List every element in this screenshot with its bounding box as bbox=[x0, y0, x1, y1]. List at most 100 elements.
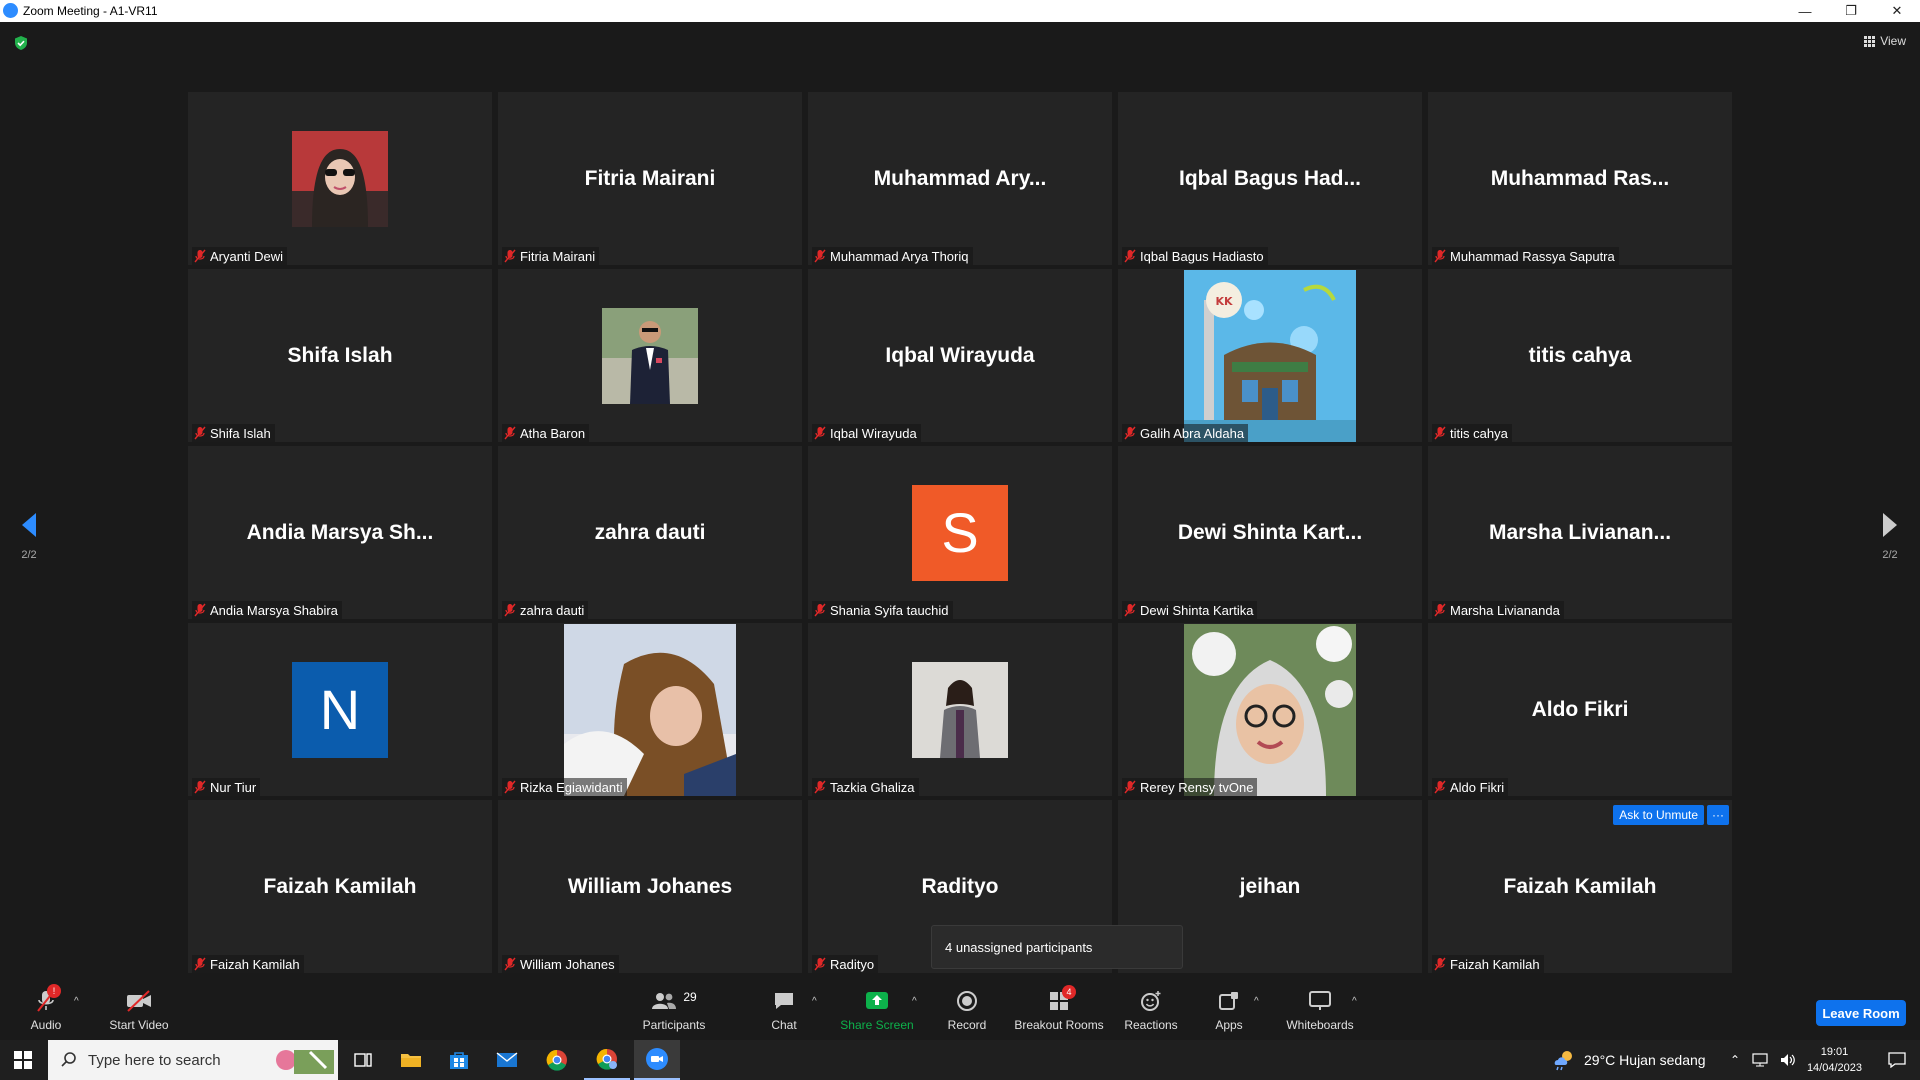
chat-label: Chat bbox=[771, 1017, 797, 1032]
volume-icon[interactable] bbox=[1780, 1053, 1796, 1067]
taskbar-search-box[interactable]: Type here to search bbox=[48, 1040, 338, 1080]
participant-tile[interactable]: Dewi Shinta Kart... Dewi Shinta Kartika bbox=[1118, 446, 1422, 619]
search-highlight-image bbox=[276, 1050, 334, 1074]
audio-alert-badge: ! bbox=[47, 983, 61, 998]
whiteboards-options-caret[interactable]: ^ bbox=[1352, 996, 1357, 1007]
participant-tile[interactable]: Faizah Kamilah Faizah Kamilah Ask to Unmut… bbox=[1428, 800, 1732, 973]
audio-options-caret[interactable]: ^ bbox=[74, 996, 79, 1007]
participant-tile[interactable]: Iqbal Bagus Had... Iqbal Bagus Hadiasto bbox=[1118, 92, 1422, 265]
participant-photo: KK bbox=[1184, 269, 1356, 442]
meeting-area: View 2/2 2/2 Aryanti Dewi Fitria Mairani F… bbox=[0, 22, 1920, 980]
participant-name-label: Fitria Mairani bbox=[502, 247, 600, 265]
start-button[interactable] bbox=[0, 1040, 46, 1080]
participant-tile[interactable]: Tazkia Ghaliza bbox=[808, 623, 1112, 796]
task-view-icon bbox=[354, 1053, 372, 1067]
participant-name: Rerey Rensy tvOne bbox=[1140, 779, 1254, 795]
chat-button[interactable]: Chat bbox=[760, 980, 808, 1040]
next-page-button[interactable]: 2/2 bbox=[1870, 512, 1910, 561]
participant-tile[interactable]: Rerey Rensy tvOne bbox=[1118, 623, 1422, 796]
record-button[interactable]: Record bbox=[942, 980, 992, 1040]
system-tray: ⌃ bbox=[1730, 1040, 1796, 1080]
weather-widget[interactable]: 29°C Hujan sedang bbox=[1552, 1040, 1706, 1080]
close-button[interactable]: ✕ bbox=[1874, 0, 1920, 22]
participants-count: 29 bbox=[683, 989, 697, 1004]
participant-tile[interactable]: Aldo Fikri Aldo Fikri bbox=[1428, 623, 1732, 796]
participant-tile[interactable]: Aryanti Dewi bbox=[188, 92, 492, 265]
participants-button[interactable]: 29 Participants bbox=[636, 980, 712, 1040]
breakout-rooms-label: Breakout Rooms bbox=[1014, 1017, 1104, 1032]
chrome-button[interactable] bbox=[534, 1040, 580, 1080]
participant-name: Iqbal Wirayuda bbox=[830, 425, 917, 441]
participant-display-name: Aldo Fikri bbox=[1531, 697, 1629, 721]
share-screen-button[interactable]: Share Screen bbox=[836, 980, 918, 1040]
participant-tile[interactable]: S Shania Syifa tauchid bbox=[808, 446, 1112, 619]
leave-room-button[interactable]: Leave Room bbox=[1816, 1000, 1906, 1026]
participant-tile[interactable]: titis cahya titis cahya bbox=[1428, 269, 1732, 442]
minimize-button[interactable]: — bbox=[1782, 0, 1828, 22]
participant-name: Muhammad Arya Thoriq bbox=[830, 248, 969, 264]
ask-to-unmute-button[interactable]: Ask to Unmute bbox=[1613, 805, 1704, 825]
participant-name: Shania Syifa tauchid bbox=[830, 602, 949, 618]
participant-display-name: Muhammad Ras... bbox=[1490, 166, 1670, 190]
notification-center-button[interactable] bbox=[1874, 1040, 1920, 1080]
participant-display-name: Iqbal Bagus Had... bbox=[1178, 166, 1362, 190]
encryption-shield-icon[interactable] bbox=[13, 35, 29, 51]
reactions-button[interactable]: Reactions bbox=[1122, 980, 1180, 1040]
arrow-right-icon bbox=[1883, 513, 1897, 537]
participant-tile[interactable]: Muhammad Ary... Muhammad Arya Thoriq bbox=[808, 92, 1112, 265]
file-explorer-button[interactable] bbox=[388, 1040, 434, 1080]
windows-taskbar: Type here to search 29°C Hujan sedang ⌃ … bbox=[0, 1040, 1920, 1080]
share-options-caret[interactable]: ^ bbox=[912, 996, 917, 1007]
participant-tile[interactable]: Iqbal Wirayuda Iqbal Wirayuda bbox=[808, 269, 1112, 442]
participant-name-label: Rizka Egiawidanti bbox=[502, 778, 627, 796]
participant-tile[interactable]: Andia Marsya Sh... Andia Marsya Shabira bbox=[188, 446, 492, 619]
chrome-profile-button[interactable] bbox=[584, 1040, 630, 1080]
participant-name-label: William Johanes bbox=[502, 955, 619, 973]
task-view-button[interactable] bbox=[340, 1040, 386, 1080]
view-button[interactable]: View bbox=[1864, 34, 1906, 48]
more-options-button[interactable]: ··· bbox=[1707, 805, 1729, 825]
weather-rain-icon bbox=[1554, 1051, 1572, 1071]
unassigned-participants-popup[interactable]: 4 unassigned participants bbox=[931, 925, 1183, 969]
participant-tile[interactable]: Shifa Islah Shifa Islah bbox=[188, 269, 492, 442]
mic-muted-icon bbox=[814, 780, 826, 794]
participant-name-label: Iqbal Wirayuda bbox=[812, 424, 921, 442]
apps-icon bbox=[1219, 991, 1238, 1010]
previous-page-button[interactable]: 2/2 bbox=[9, 512, 49, 561]
apps-button[interactable]: Apps bbox=[1208, 980, 1250, 1040]
microsoft-store-button[interactable] bbox=[436, 1040, 482, 1080]
participant-display-name: Muhammad Ary... bbox=[873, 166, 1047, 190]
audio-button[interactable]: ! Audio bbox=[22, 980, 70, 1040]
mic-muted-icon bbox=[1434, 780, 1446, 794]
meeting-toolbar: ! Audio ^ Start Video 29 Participants Ch… bbox=[0, 980, 1920, 1040]
participant-tile[interactable]: William Johanes William Johanes bbox=[498, 800, 802, 973]
participant-name: Atha Baron bbox=[520, 425, 586, 441]
participant-tile[interactable]: Faizah Kamilah Faizah Kamilah bbox=[188, 800, 492, 973]
mic-muted-icon bbox=[1124, 780, 1136, 794]
whiteboards-button[interactable]: Whiteboards bbox=[1284, 980, 1356, 1040]
participant-name-label: Muhammad Rassya Saputra bbox=[1432, 247, 1619, 265]
record-icon bbox=[957, 990, 977, 1011]
participant-tile[interactable]: Marsha Livianan... Marsha Liviananda bbox=[1428, 446, 1732, 619]
zoom-taskbar-button[interactable] bbox=[634, 1040, 680, 1080]
network-icon[interactable] bbox=[1752, 1053, 1768, 1067]
mail-button[interactable] bbox=[484, 1040, 530, 1080]
start-video-button[interactable]: Start Video bbox=[104, 980, 174, 1040]
tray-chevron-up-icon[interactable]: ⌃ bbox=[1730, 1053, 1740, 1067]
participant-tile[interactable]: Muhammad Ras... Muhammad Rassya Saputra bbox=[1428, 92, 1732, 265]
participant-name: titis cahya bbox=[1450, 425, 1508, 441]
participant-tile[interactable]: Atha Baron bbox=[498, 269, 802, 442]
participant-tile[interactable]: zahra dauti zahra dauti bbox=[498, 446, 802, 619]
apps-options-caret[interactable]: ^ bbox=[1254, 996, 1259, 1007]
participant-tile[interactable]: Rizka Egiawidanti bbox=[498, 623, 802, 796]
restore-button[interactable]: ❐ bbox=[1828, 0, 1874, 22]
chat-options-caret[interactable]: ^ bbox=[812, 996, 817, 1007]
participant-name-label: Iqbal Bagus Hadiasto bbox=[1122, 247, 1268, 265]
participant-tile[interactable]: N Nur Tiur bbox=[188, 623, 492, 796]
clock-time: 19:01 bbox=[1820, 1046, 1849, 1058]
taskbar-clock[interactable]: 19:01 14/04/2023 bbox=[1807, 1044, 1862, 1076]
participant-tile[interactable]: KK Galih Abra Aldaha bbox=[1118, 269, 1422, 442]
breakout-rooms-button[interactable]: 4 Breakout Rooms bbox=[1012, 980, 1106, 1040]
participant-tile[interactable]: Fitria Mairani Fitria Mairani bbox=[498, 92, 802, 265]
reactions-smiley-icon bbox=[1141, 990, 1161, 1011]
